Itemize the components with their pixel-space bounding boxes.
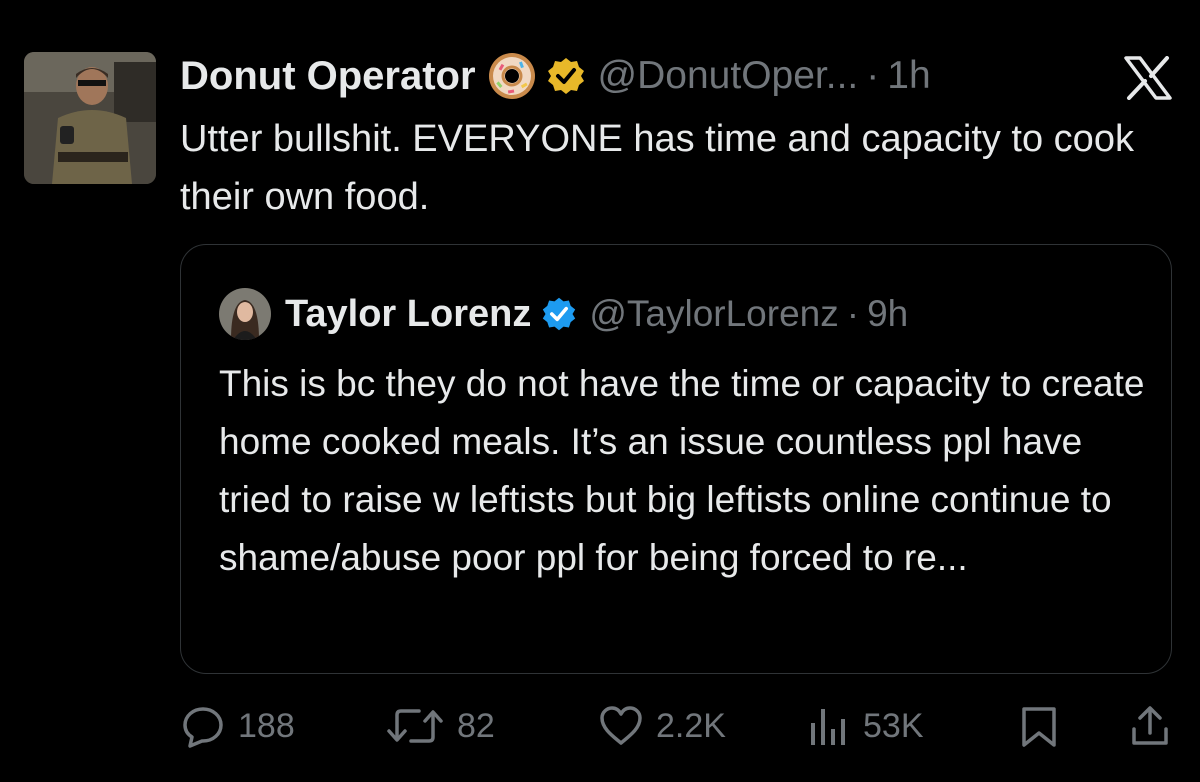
views-count: 53K <box>863 706 924 745</box>
like-count: 2.2K <box>656 706 726 745</box>
quoted-author-name[interactable]: Taylor Lorenz <box>285 293 531 336</box>
bookmark-icon <box>1022 707 1056 747</box>
reply-icon <box>183 707 223 748</box>
repost-count: 82 <box>457 706 495 745</box>
x-logo-icon <box>1124 56 1172 100</box>
views-chart-icon <box>811 709 845 745</box>
reply-count: 188 <box>238 706 295 745</box>
views-button[interactable]: 53K <box>805 698 924 754</box>
quoted-tweet-text: This is bc they do not have the time or … <box>219 363 1145 578</box>
author-avatar-image <box>24 52 156 184</box>
quoted-author-avatar-image <box>219 288 271 340</box>
donut-emoji-icon <box>488 53 535 99</box>
verified-gold-badge-icon <box>547 58 584 94</box>
tweet: Donut Operator @DonutOper... · 1h Utter … <box>0 0 1200 782</box>
like-button[interactable]: 2.2K <box>598 698 726 754</box>
verified-blue-badge-icon <box>543 297 576 331</box>
share-icon <box>1132 706 1168 745</box>
repost-button[interactable]: 82 <box>385 698 495 754</box>
tweet-header: Donut Operator @DonutOper... · 1h <box>180 46 931 106</box>
heart-icon <box>600 706 642 745</box>
reply-button[interactable]: 188 <box>180 698 295 754</box>
quoted-header-separator: · <box>846 293 860 334</box>
author-handle[interactable]: @DonutOper... <box>598 54 859 98</box>
tweet-time[interactable]: 1h <box>887 54 930 98</box>
bookmark-button[interactable] <box>1018 698 1072 754</box>
repost-icon <box>387 709 443 743</box>
action-bar: 188 82 2.2K 53K <box>180 698 1180 754</box>
quoted-tweet-header: Taylor Lorenz @TaylorLorenz · 9h <box>219 288 908 340</box>
author-name[interactable]: Donut Operator <box>180 54 476 99</box>
author-avatar[interactable] <box>24 52 156 184</box>
quoted-author-avatar[interactable] <box>219 288 271 340</box>
quoted-tweet[interactable]: Taylor Lorenz @TaylorLorenz · 9h This is… <box>180 244 1172 674</box>
share-button[interactable] <box>1128 698 1184 754</box>
quoted-author-handle[interactable]: @TaylorLorenz <box>589 293 838 335</box>
header-separator: · <box>866 54 880 97</box>
quoted-tweet-time[interactable]: 9h <box>867 293 908 335</box>
tweet-text: Utter bullshit. EVERYONE has time and ca… <box>180 118 1134 218</box>
